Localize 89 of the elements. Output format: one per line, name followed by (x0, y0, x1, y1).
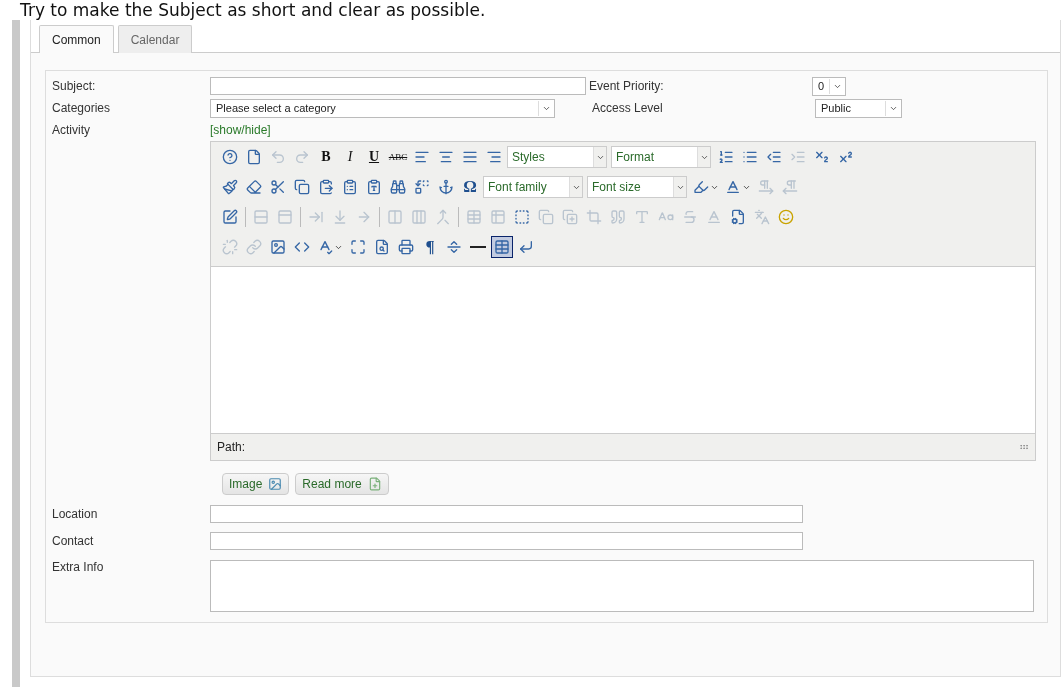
access-select[interactable]: Public (815, 98, 902, 118)
help-icon (222, 149, 238, 165)
field-label: Subject: (52, 79, 97, 93)
field-label: Extra Info (52, 560, 105, 574)
subject-field[interactable] (210, 77, 586, 95)
format-button[interactable]: U (363, 146, 385, 168)
smiley-icon (778, 209, 794, 225)
dashed-square-icon (514, 209, 530, 225)
return-icon (518, 239, 534, 255)
format-button[interactable]: ¶ (419, 236, 441, 258)
align-center-icon (438, 149, 454, 165)
bullet-list-icon (742, 149, 758, 165)
outdent-icon (766, 149, 782, 165)
paste-word-icon (342, 179, 358, 195)
instruction-text: Try to make the Subject as short and clear as possible. (19, 0, 487, 20)
right-to-left-icon (782, 179, 798, 195)
image-icon (268, 477, 283, 491)
paste-text-icon (366, 179, 382, 195)
field-label: Event Priority: (589, 79, 665, 93)
font-color-icon (725, 179, 741, 195)
column-icon (387, 209, 403, 225)
extra-info-field[interactable] (210, 560, 1034, 612)
format-button[interactable]: I (339, 146, 361, 168)
binoculars-icon (390, 179, 406, 195)
edit-icon (222, 209, 238, 225)
toolbar-dropdown[interactable]: Format (611, 146, 711, 168)
copy-icon (294, 179, 310, 195)
strikethrough-icon (682, 209, 698, 225)
field-label: Categories (52, 101, 112, 115)
toolbar-dropdown[interactable]: Font size (587, 176, 687, 198)
format-button[interactable]: Ω (459, 176, 481, 198)
brush-icon (222, 179, 238, 195)
table-icon (494, 239, 510, 255)
highlighter-icon (693, 179, 709, 195)
page-break-icon (446, 239, 462, 255)
layers-icon (562, 209, 578, 225)
paste-icon (318, 179, 334, 195)
subscript-icon (814, 149, 830, 165)
quote-icon (610, 209, 626, 225)
document-plus-icon (367, 477, 382, 491)
format-button[interactable]: ABC (387, 146, 409, 168)
toolbar-dropdown[interactable]: Font family (483, 176, 583, 198)
print-icon (398, 239, 414, 255)
columns-icon (411, 209, 427, 225)
tab[interactable]: Calendar (117, 25, 193, 53)
redo-icon (294, 149, 310, 165)
priority-select[interactable]: 0 (812, 76, 846, 96)
table-icon (466, 209, 482, 225)
table-icon (490, 209, 506, 225)
align-left-icon (414, 149, 430, 165)
path-label: Path: (217, 440, 246, 454)
toolbar-dropdown[interactable]: Styles (507, 146, 607, 168)
unlink-icon (222, 239, 238, 255)
undo-icon (270, 149, 286, 165)
new-document-icon (246, 149, 262, 165)
category-select[interactable]: Please select a category (210, 98, 555, 118)
numbered-list-icon (718, 149, 734, 165)
tab[interactable]: Common (39, 25, 114, 53)
fullscreen-icon (350, 239, 366, 255)
format-button[interactable]: B (315, 146, 337, 168)
superscript-icon (838, 149, 854, 165)
layers-icon (538, 209, 554, 225)
horizontal-rule-icon (470, 246, 486, 248)
eraser-icon (246, 179, 262, 195)
indent-icon (790, 149, 806, 165)
replace-icon (414, 179, 430, 195)
field-label: Activity (52, 123, 91, 137)
location-field[interactable] (210, 505, 803, 523)
field-label: Access Level (592, 101, 664, 115)
spellcheck-icon (317, 239, 333, 255)
align-justify-icon (462, 149, 478, 165)
insert-button[interactable]: Read more (295, 473, 389, 495)
insert-button[interactable]: Image (222, 473, 290, 495)
table-button[interactable] (491, 236, 513, 258)
image-icon (270, 239, 286, 255)
merge-icon (435, 209, 451, 225)
align-right-icon (486, 149, 502, 165)
contact-field[interactable] (210, 532, 803, 550)
cut-icon (270, 179, 286, 195)
left-to-right-icon (758, 179, 774, 195)
field-label: Location (52, 507, 99, 521)
code-icon (294, 239, 310, 255)
link-icon (246, 239, 262, 255)
anchor-icon (438, 179, 454, 195)
crop-icon (586, 209, 602, 225)
preview-icon (374, 239, 390, 255)
field-label: Contact (52, 534, 95, 548)
resize-grip-icon[interactable] (1019, 442, 1029, 452)
show-hide-link[interactable]: [show/hide] (210, 123, 1041, 137)
